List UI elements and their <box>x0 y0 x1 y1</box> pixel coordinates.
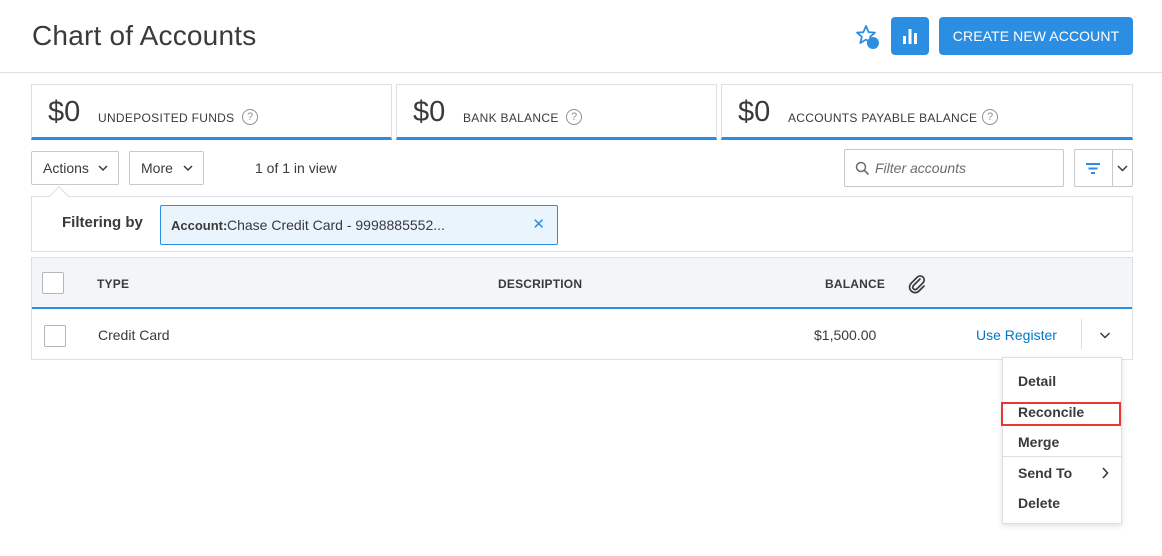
favorite-button[interactable] <box>852 20 884 54</box>
filter-bar-caret <box>49 186 69 206</box>
summary-label: UNDEPOSITED FUNDS <box>98 111 235 125</box>
chevron-down-icon <box>98 165 108 172</box>
menu-item-detail[interactable]: Detail <box>1003 366 1121 396</box>
filter-icon <box>1086 163 1100 174</box>
chevron-right-icon <box>1102 467 1109 479</box>
filter-button[interactable] <box>1074 149 1112 187</box>
summary-label: ACCOUNTS PAYABLE BALANCE <box>788 111 978 125</box>
summary-card-accounts-payable: $0 ACCOUNTS PAYABLE BALANCE ? <box>721 84 1133 140</box>
star-icon <box>856 25 879 49</box>
row-action-divider <box>1081 319 1082 349</box>
summary-amount: $0 <box>48 96 81 128</box>
summary-amount: $0 <box>413 96 446 128</box>
row-actions-dropdown[interactable] <box>1094 324 1116 346</box>
menu-item-delete[interactable]: Delete <box>1003 488 1121 518</box>
help-icon[interactable]: ? <box>982 109 998 125</box>
page-title: Chart of Accounts <box>32 20 257 51</box>
menu-item-send-to[interactable]: Send To <box>1003 458 1121 488</box>
account-filter-pill: Account: Chase Credit Card - 9998885552.… <box>160 205 558 245</box>
filter-accounts-field[interactable] <box>844 149 1064 187</box>
bar-chart-icon <box>903 29 917 44</box>
row-actions-menu: Detail Reconcile Merge Send To Delete <box>1002 357 1122 524</box>
more-dropdown[interactable]: More <box>129 151 204 185</box>
row-type: Credit Card <box>98 327 170 343</box>
filter-accounts-input[interactable] <box>875 151 1060 185</box>
column-header-description[interactable]: DESCRIPTION <box>498 277 582 291</box>
accounts-table: TYPE DESCRIPTION BALANCE Credit Card $1,… <box>31 257 1133 360</box>
chevron-down-icon <box>1099 332 1111 339</box>
menu-item-merge[interactable]: Merge <box>1003 427 1121 457</box>
search-icon <box>855 161 870 176</box>
column-header-balance[interactable]: BALANCE <box>825 277 885 291</box>
menu-item-reconcile[interactable]: Reconcile <box>1003 397 1121 427</box>
chevron-down-icon <box>1117 165 1128 172</box>
table-header: TYPE DESCRIPTION BALANCE <box>32 258 1132 309</box>
row-balance: $1,500.00 <box>814 327 877 343</box>
actions-dropdown[interactable]: Actions <box>31 151 119 185</box>
help-icon[interactable]: ? <box>566 109 582 125</box>
page-header: Chart of Accounts CREATE NEW ACCOUNT <box>0 0 1162 73</box>
select-all-checkbox[interactable] <box>42 272 64 294</box>
filter-bar: Filtering by Account: Chase Credit Card … <box>31 186 1133 252</box>
filter-pill-value: Chase Credit Card - 9998885552... <box>227 217 445 233</box>
paperclip-icon <box>908 275 926 294</box>
menu-divider <box>1003 456 1121 457</box>
close-icon[interactable]: ✕ <box>532 217 545 233</box>
summary-amount: $0 <box>738 96 771 128</box>
row-checkbox[interactable] <box>44 325 66 347</box>
filter-options-dropdown[interactable] <box>1112 149 1133 187</box>
create-new-account-button[interactable]: CREATE NEW ACCOUNT <box>939 17 1133 55</box>
filter-pill-key: Account: <box>171 218 228 233</box>
column-header-type[interactable]: TYPE <box>97 277 129 291</box>
reports-button[interactable] <box>891 17 929 55</box>
more-label: More <box>141 160 173 176</box>
filtering-by-label: Filtering by <box>62 214 143 231</box>
in-view-count: 1 of 1 in view <box>255 160 337 176</box>
summary-label: BANK BALANCE <box>463 111 559 125</box>
actions-label: Actions <box>43 160 89 176</box>
summary-card-bank-balance: $0 BANK BALANCE ? <box>396 84 717 140</box>
menu-item-label: Send To <box>1018 465 1073 481</box>
use-register-link[interactable]: Use Register <box>976 327 1057 343</box>
summary-card-undeposited-funds: $0 UNDEPOSITED FUNDS ? <box>31 84 392 140</box>
help-icon[interactable]: ? <box>242 109 258 125</box>
chevron-down-icon <box>183 165 193 172</box>
